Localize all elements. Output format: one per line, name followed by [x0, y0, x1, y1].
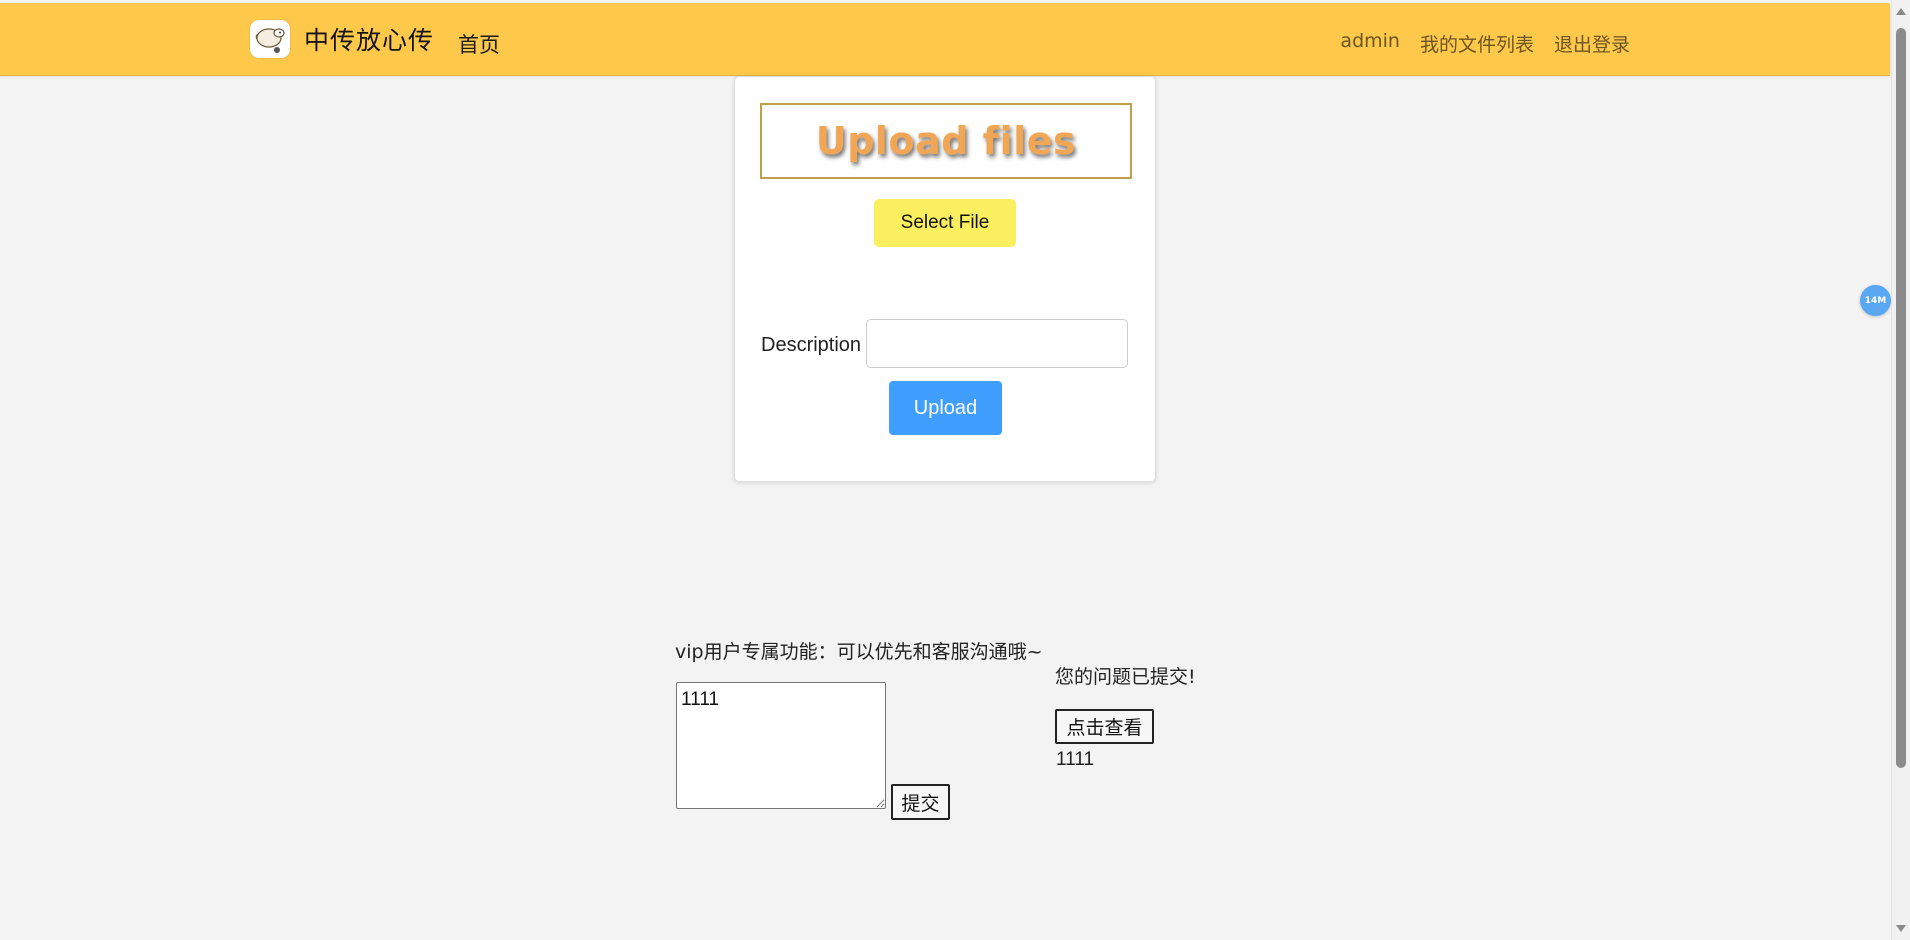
submit-question-button[interactable]: 提交: [891, 784, 950, 820]
submitted-message: 您的问题已提交!: [1055, 666, 1196, 688]
top-navbar: 中传放心传 首页 admin 我的文件列表 退出登录: [0, 3, 1890, 76]
nav-logout-link[interactable]: 退出登录: [1554, 30, 1630, 57]
scroll-up-arrow-icon[interactable]: [1896, 8, 1906, 15]
nav-user-link[interactable]: admin: [1340, 30, 1400, 57]
upload-button[interactable]: Upload: [889, 381, 1002, 435]
view-answer-button[interactable]: 点击查看: [1055, 709, 1154, 744]
nav-right-links: admin 我的文件列表 退出登录: [1340, 30, 1630, 57]
upload-title: Upload files: [815, 119, 1077, 163]
nav-file-list-link[interactable]: 我的文件列表: [1420, 30, 1534, 57]
brand[interactable]: 中传放心传: [250, 20, 434, 58]
browser-viewport: 中传放心传 首页 admin 我的文件列表 退出登录 Upload files …: [0, 0, 1910, 940]
brand-title: 中传放心传: [304, 26, 435, 55]
question-textarea[interactable]: 1111: [676, 682, 886, 809]
vertical-scrollbar[interactable]: [1891, 0, 1910, 940]
vip-feature-label: vip用户专属功能：可以优先和客服沟通哦~: [675, 641, 1043, 663]
scrollbar-thumb[interactable]: [1896, 28, 1906, 768]
description-input[interactable]: [866, 319, 1128, 368]
scroll-down-arrow-icon[interactable]: [1896, 925, 1906, 932]
nav-home-link[interactable]: 首页: [458, 29, 500, 59]
upload-card: Upload files Select File Description Upl…: [734, 76, 1156, 482]
upload-title-box: Upload files: [760, 103, 1132, 179]
floating-badge[interactable]: 14M: [1860, 285, 1891, 316]
description-label: Description: [761, 334, 862, 356]
sheep-logo-icon: [250, 20, 290, 58]
select-file-button[interactable]: Select File: [874, 199, 1016, 247]
answer-text: 1111: [1056, 749, 1095, 770]
